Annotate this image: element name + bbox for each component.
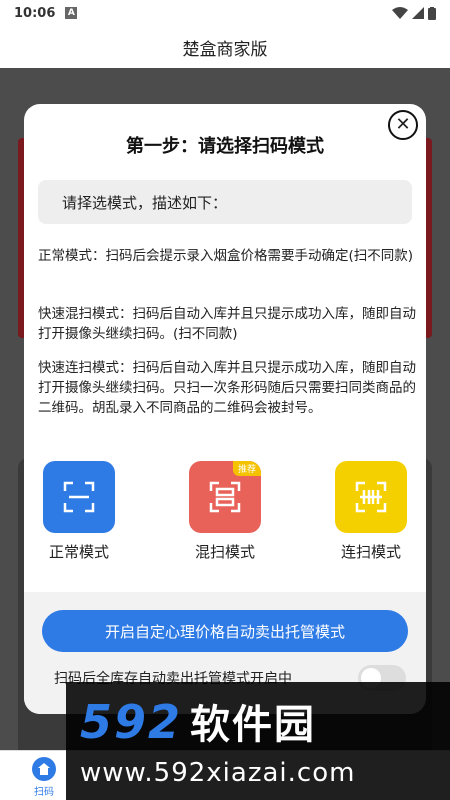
recommended-badge: 推荐 xyxy=(232,461,261,476)
scan-box-icon: 推荐 xyxy=(189,461,261,533)
app-title: 楚盒商家版 xyxy=(182,39,268,60)
mixed-scan-description: 快速混扫模式：扫码后自动入库并且只提示成功入库，随即自动打开摄像头继续扫码。(扫… xyxy=(38,306,416,342)
watermark-url: www.592xiazai.com xyxy=(80,758,356,788)
auto-sell-mode-button[interactable]: 开启自定心理价格自动卖出托管模式 xyxy=(42,610,408,652)
status-time: 10:06 xyxy=(14,5,56,21)
status-bar: 10:06 A xyxy=(0,0,450,26)
barcode-scan-icon xyxy=(335,461,407,533)
normal-mode-description: 正常模式：扫码后会提示录入烟盒价格需要手动确定(扫不同款) xyxy=(38,248,414,264)
normal-mode-label: 正常模式 xyxy=(48,543,109,561)
dialog-title: 第一步：请选择扫码模式 xyxy=(126,136,324,157)
mode-select-dialog: ✕ 第一步：请选择扫码模式 请择选模式，描述如下： 正常模式：扫码后会提示录入烟… xyxy=(24,104,426,714)
watermark-brand-number: 592 xyxy=(80,695,183,749)
continuous-scan-button[interactable]: 连扫模式 xyxy=(326,461,416,562)
watermark-brand-text: 软件园 xyxy=(190,702,317,748)
wifi-icon xyxy=(392,7,408,19)
nav-item-scan[interactable]: 扫码 xyxy=(22,757,66,798)
signal-icon xyxy=(412,7,424,19)
continuous-scan-description: 快速连扫模式：扫码后自动入库并且只提示成功入库，随即自动打开摄像头继续扫码。只扫… xyxy=(38,360,416,416)
normal-mode-button[interactable]: 正常模式 xyxy=(34,461,124,562)
home-icon xyxy=(32,757,56,781)
description-header: 请择选模式，描述如下： xyxy=(38,180,412,224)
continuous-scan-label: 连扫模式 xyxy=(340,543,401,561)
scan-frame-icon xyxy=(43,461,115,533)
app-title-bar: 楚盒商家版 xyxy=(0,26,450,68)
nav-item-label: 扫码 xyxy=(34,787,54,798)
battery-icon xyxy=(428,6,436,20)
mixed-scan-label: 混扫模式 xyxy=(194,543,255,561)
notification-icon: A xyxy=(65,7,78,19)
mixed-scan-button[interactable]: 推荐 混扫模式 xyxy=(180,461,270,562)
watermark-brand: 592 软件园 xyxy=(80,692,316,750)
description-header-text: 请择选模式，描述如下： xyxy=(62,193,228,212)
watermark: 592 软件园 www.592xiazai.com xyxy=(66,682,450,800)
